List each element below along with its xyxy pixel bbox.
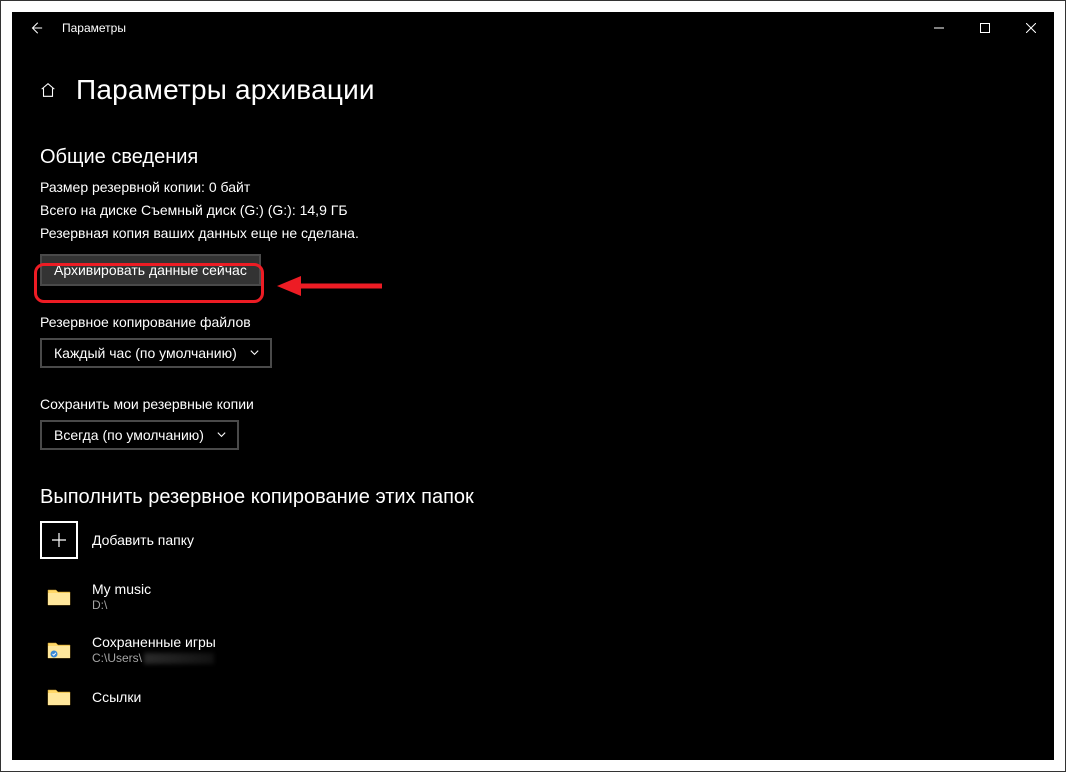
folder-name: Ссылки (92, 689, 141, 706)
frequency-label: Резервное копирование файлов (40, 314, 1054, 330)
chevron-down-icon (216, 427, 227, 443)
folder-path: D:\ (92, 598, 151, 612)
retention-selected: Всегда (по умолчанию) (54, 427, 204, 443)
app-title: Параметры (62, 21, 126, 35)
plus-icon (40, 521, 78, 559)
folder-item[interactable]: Ссылки (40, 683, 1054, 711)
minimize-button[interactable] (916, 12, 962, 44)
backup-size-text: Размер резервной копии: 0 байт (40, 179, 1054, 195)
folder-path: C:\Users\ (92, 651, 216, 665)
overview-heading: Общие сведения (40, 146, 1054, 169)
add-folder-label: Добавить папку (92, 532, 194, 548)
back-button[interactable] (20, 12, 52, 44)
retention-label: Сохранить мои резервные копии (40, 396, 1054, 412)
total-space-text: Всего на диске Съемный диск (G:) (G:): 1… (40, 202, 1054, 218)
frequency-dropdown[interactable]: Каждый час (по умолчанию) (40, 338, 272, 368)
folder-icon (40, 640, 78, 660)
frequency-selected: Каждый час (по умолчанию) (54, 345, 237, 361)
retention-dropdown[interactable]: Всегда (по умолчанию) (40, 420, 239, 450)
folder-name: My music (92, 581, 151, 598)
folder-icon (40, 687, 78, 707)
add-folder-button[interactable]: Добавить папку (40, 521, 1054, 559)
close-button[interactable] (1008, 12, 1054, 44)
folder-item[interactable]: My music D:\ (40, 577, 1054, 616)
folder-item[interactable]: Сохраненные игры C:\Users\ (40, 630, 1054, 669)
maximize-button[interactable] (962, 12, 1008, 44)
backup-status-text: Резервная копия ваших данных еще не сдел… (40, 225, 1054, 241)
chevron-down-icon (249, 345, 260, 361)
home-icon[interactable] (38, 80, 58, 100)
folder-name: Сохраненные игры (92, 634, 216, 651)
page-title: Параметры архивации (76, 74, 375, 106)
folder-icon (40, 587, 78, 607)
backup-now-button[interactable]: Архивировать данные сейчас (40, 254, 261, 286)
folders-heading: Выполнить резервное копирование этих пап… (40, 486, 1054, 509)
